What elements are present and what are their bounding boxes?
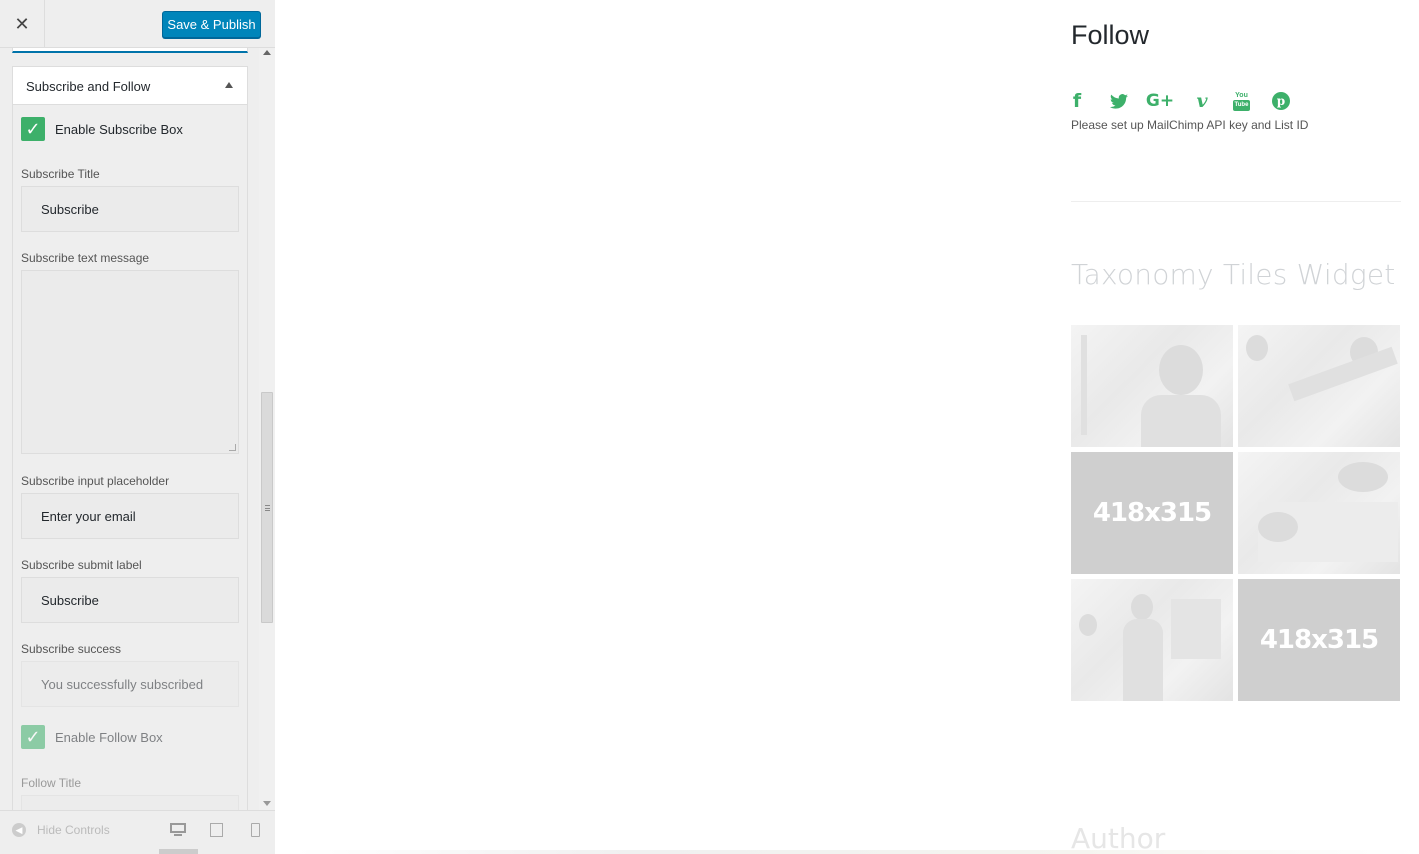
customizer-header: ✕ Save & Publish	[0, 0, 275, 48]
tile-placeholder[interactable]: 418x315	[1071, 452, 1233, 574]
hide-controls-label: Hide Controls	[37, 823, 110, 837]
resize-grip-icon[interactable]	[229, 444, 236, 451]
tablet-icon[interactable]	[210, 823, 226, 837]
social-icons: f G+ v You Tube p	[1071, 90, 1290, 112]
section-title: Subscribe and Follow	[26, 79, 151, 94]
close-icon: ✕	[14, 13, 30, 34]
checkmark-icon: ✓	[25, 726, 41, 747]
scroll-down-arrow-icon[interactable]	[263, 801, 271, 806]
preview-bottom-edge	[296, 850, 1419, 854]
mobile-icon[interactable]	[251, 823, 267, 837]
subscribe-submit-label-input[interactable]: Subscribe	[21, 577, 239, 623]
subscribe-title-input[interactable]: Subscribe	[21, 186, 239, 232]
subscribe-text-label: Subscribe text message	[21, 251, 150, 265]
active-device-indicator	[159, 849, 198, 854]
save-publish-button[interactable]: Save & Publish	[162, 11, 261, 38]
enable-subscribe-checkbox[interactable]: ✓	[21, 117, 45, 141]
tile-photo-office-team[interactable]	[1071, 579, 1233, 701]
facebook-icon[interactable]: f	[1071, 90, 1083, 112]
google-plus-icon[interactable]: G+	[1146, 90, 1174, 112]
previous-section-edge	[12, 48, 248, 53]
desktop-icon[interactable]	[170, 823, 186, 837]
pinterest-icon[interactable]: p	[1272, 92, 1290, 110]
subscribe-placeholder-label: Subscribe input placeholder	[21, 474, 170, 488]
subscribe-submit-label-label: Subscribe submit label	[21, 558, 142, 572]
collapse-sidebar-icon: ◀	[12, 823, 26, 837]
taxonomy-widget-title: Taxonomy Tiles Widget	[1071, 258, 1396, 291]
tile-photo-high-five[interactable]	[1238, 325, 1400, 447]
enable-subscribe-label: Enable Subscribe Box	[55, 121, 183, 137]
youtube-icon[interactable]: You Tube	[1233, 91, 1250, 111]
vimeo-icon[interactable]: v	[1193, 90, 1211, 112]
follow-widget-title: Follow	[1071, 20, 1150, 50]
grip-icon	[265, 505, 270, 511]
widget-divider	[1071, 201, 1401, 202]
enable-subscribe-row[interactable]: ✓ Enable Subscribe Box	[21, 117, 183, 141]
follow-title-input[interactable]	[21, 795, 239, 810]
tile-photo-hands-writing[interactable]	[1238, 452, 1400, 574]
subscribe-success-label: Subscribe success	[21, 642, 122, 656]
section-header-subscribe-follow[interactable]: Subscribe and Follow	[12, 66, 248, 105]
mailchimp-setup-notice: Please set up MailChimp API key and List…	[1071, 118, 1309, 132]
controls-scroll-area: Subscribe and Follow ✓ Enable Subscribe …	[0, 48, 259, 810]
enable-follow-label: Enable Follow Box	[55, 729, 163, 745]
scrollbar-thumb[interactable]	[261, 392, 273, 623]
taxonomy-tiles-grid: 418x315 418x315	[1071, 325, 1401, 701]
customizer-sidebar: ✕ Save & Publish Subscribe and Follow ✓ …	[0, 0, 275, 854]
subscribe-success-input[interactable]: You successfully subscribed	[21, 661, 239, 707]
enable-follow-checkbox[interactable]: ✓	[21, 725, 45, 749]
follow-title-label: Follow Title	[21, 776, 82, 790]
subscribe-title-label: Subscribe Title	[21, 167, 100, 181]
tile-placeholder[interactable]: 418x315	[1238, 579, 1400, 701]
subscribe-placeholder-input[interactable]: Enter your email	[21, 493, 239, 539]
scroll-up-arrow-icon[interactable]	[263, 50, 271, 55]
customizer-footer: ◀ Hide Controls	[0, 810, 275, 854]
site-preview: Follow f G+ v You Tube p Please set up M…	[276, 0, 1419, 854]
subscribe-text-textarea[interactable]	[21, 270, 239, 454]
checkmark-icon: ✓	[25, 118, 41, 139]
enable-follow-row[interactable]: ✓ Enable Follow Box	[21, 725, 163, 749]
close-customizer-button[interactable]: ✕	[0, 0, 45, 48]
sidebar-scrollbar[interactable]	[259, 48, 275, 810]
twitter-icon[interactable]	[1108, 90, 1130, 112]
hide-controls-button[interactable]: ◀ Hide Controls	[12, 823, 110, 837]
collapse-arrow-icon[interactable]	[225, 82, 233, 88]
tile-photo-man-thinking[interactable]	[1071, 325, 1233, 447]
